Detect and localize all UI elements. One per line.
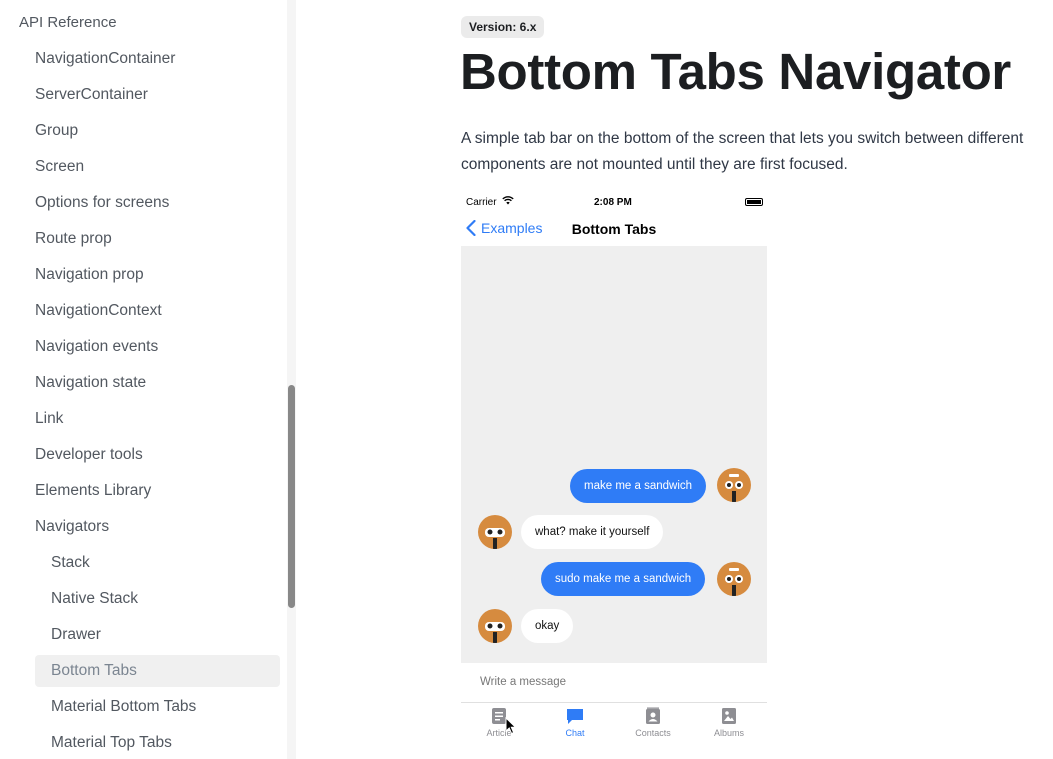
avatar <box>478 609 512 643</box>
mouse-cursor-icon <box>505 717 517 735</box>
sidebar-item-navigationcontainer[interactable]: NavigationContainer <box>0 41 282 77</box>
sidebar-item-group[interactable]: Group <box>0 113 282 149</box>
tab-label: Chat <box>565 728 585 738</box>
sidebar-item-servercontainer[interactable]: ServerContainer <box>0 77 282 113</box>
chat-message: okay <box>521 609 574 643</box>
phone-nav-bar: Examples Bottom Tabs <box>461 216 767 246</box>
tab-label: Albums <box>713 728 744 738</box>
description-line: components are not mounted until they ar… <box>461 156 848 173</box>
contacts-icon <box>646 707 660 724</box>
phone-nav-title: Bottom Tabs <box>571 221 657 237</box>
sidebar-item-route-prop[interactable]: Route prop <box>0 221 282 257</box>
albums-icon <box>722 708 736 724</box>
chat-message: sudo make me a sandwich <box>541 562 706 596</box>
carrier-label: Carrier <box>466 197 497 208</box>
sidebar-subitem-material-bottom-tabs[interactable]: Material Bottom Tabs <box>0 689 282 725</box>
sidebar-item-options-for-screens[interactable]: Options for screens <box>0 185 282 221</box>
description-line: A simple tab bar on the bottom of the sc… <box>461 130 1024 147</box>
sidebar-list: NavigationContainer ServerContainer Grou… <box>0 41 282 759</box>
docs-sidebar: API Reference NavigationContainer Server… <box>0 0 296 759</box>
sidebar-subitem-native-stack[interactable]: Native Stack <box>0 581 282 617</box>
sidebar-subitem-bottom-tabs[interactable]: Bottom Tabs <box>35 655 280 687</box>
battery-icon <box>745 198 763 206</box>
tab-chat[interactable]: Chat <box>537 707 613 738</box>
status-bar: Carrier 2:08 PM <box>461 188 767 216</box>
version-badge: Version: 6.x <box>461 16 545 38</box>
tab-label: Contacts <box>635 728 671 738</box>
sidebar-item-navigation-state[interactable]: Navigation state <box>0 365 282 401</box>
sidebar-section-title[interactable]: API Reference <box>19 14 117 31</box>
chat-area: make me a sandwich what? make it yoursel… <box>461 246 767 663</box>
sidebar-item-link[interactable]: Link <box>0 401 282 437</box>
tab-albums[interactable]: Albums <box>691 707 767 738</box>
chat-icon <box>567 709 583 724</box>
sidebar-scrollbar-track[interactable] <box>287 0 296 759</box>
sidebar-subitem-stack[interactable]: Stack <box>0 545 282 581</box>
wifi-icon <box>502 196 514 208</box>
tab-contacts[interactable]: Contacts <box>615 707 691 738</box>
avatar <box>478 515 512 549</box>
sidebar-item-screen[interactable]: Screen <box>0 149 282 185</box>
sidebar-item-developer-tools[interactable]: Developer tools <box>0 437 282 473</box>
chat-message: what? make it yourself <box>521 515 664 549</box>
avatar <box>717 468 751 502</box>
sidebar-scrollbar-thumb[interactable] <box>288 385 295 608</box>
sidebar-item-navigation-events[interactable]: Navigation events <box>0 329 282 365</box>
sidebar-item-elements-library[interactable]: Elements Library <box>0 473 282 509</box>
sidebar-item-navigators[interactable]: Navigators <box>0 509 282 545</box>
page-title: Bottom Tabs Navigator <box>460 43 1011 100</box>
chat-message: make me a sandwich <box>570 469 707 503</box>
page-description: A simple tab bar on the bottom of the sc… <box>461 126 1053 178</box>
sidebar-subitem-drawer[interactable]: Drawer <box>0 617 282 653</box>
avatar <box>717 562 751 596</box>
message-input[interactable]: Write a message <box>480 676 566 688</box>
tab-article[interactable]: Article <box>461 707 537 738</box>
sidebar-item-navigationcontext[interactable]: NavigationContext <box>0 293 282 329</box>
sidebar-subitem-material-top-tabs[interactable]: Material Top Tabs <box>0 725 282 759</box>
status-time: 2:08 PM <box>594 197 632 208</box>
demo-phone-screenshot: Carrier 2:08 PM Examples Bottom Tabs mak… <box>461 188 767 748</box>
sidebar-item-navigation-prop[interactable]: Navigation prop <box>0 257 282 293</box>
message-composer[interactable]: Write a message <box>461 663 767 703</box>
